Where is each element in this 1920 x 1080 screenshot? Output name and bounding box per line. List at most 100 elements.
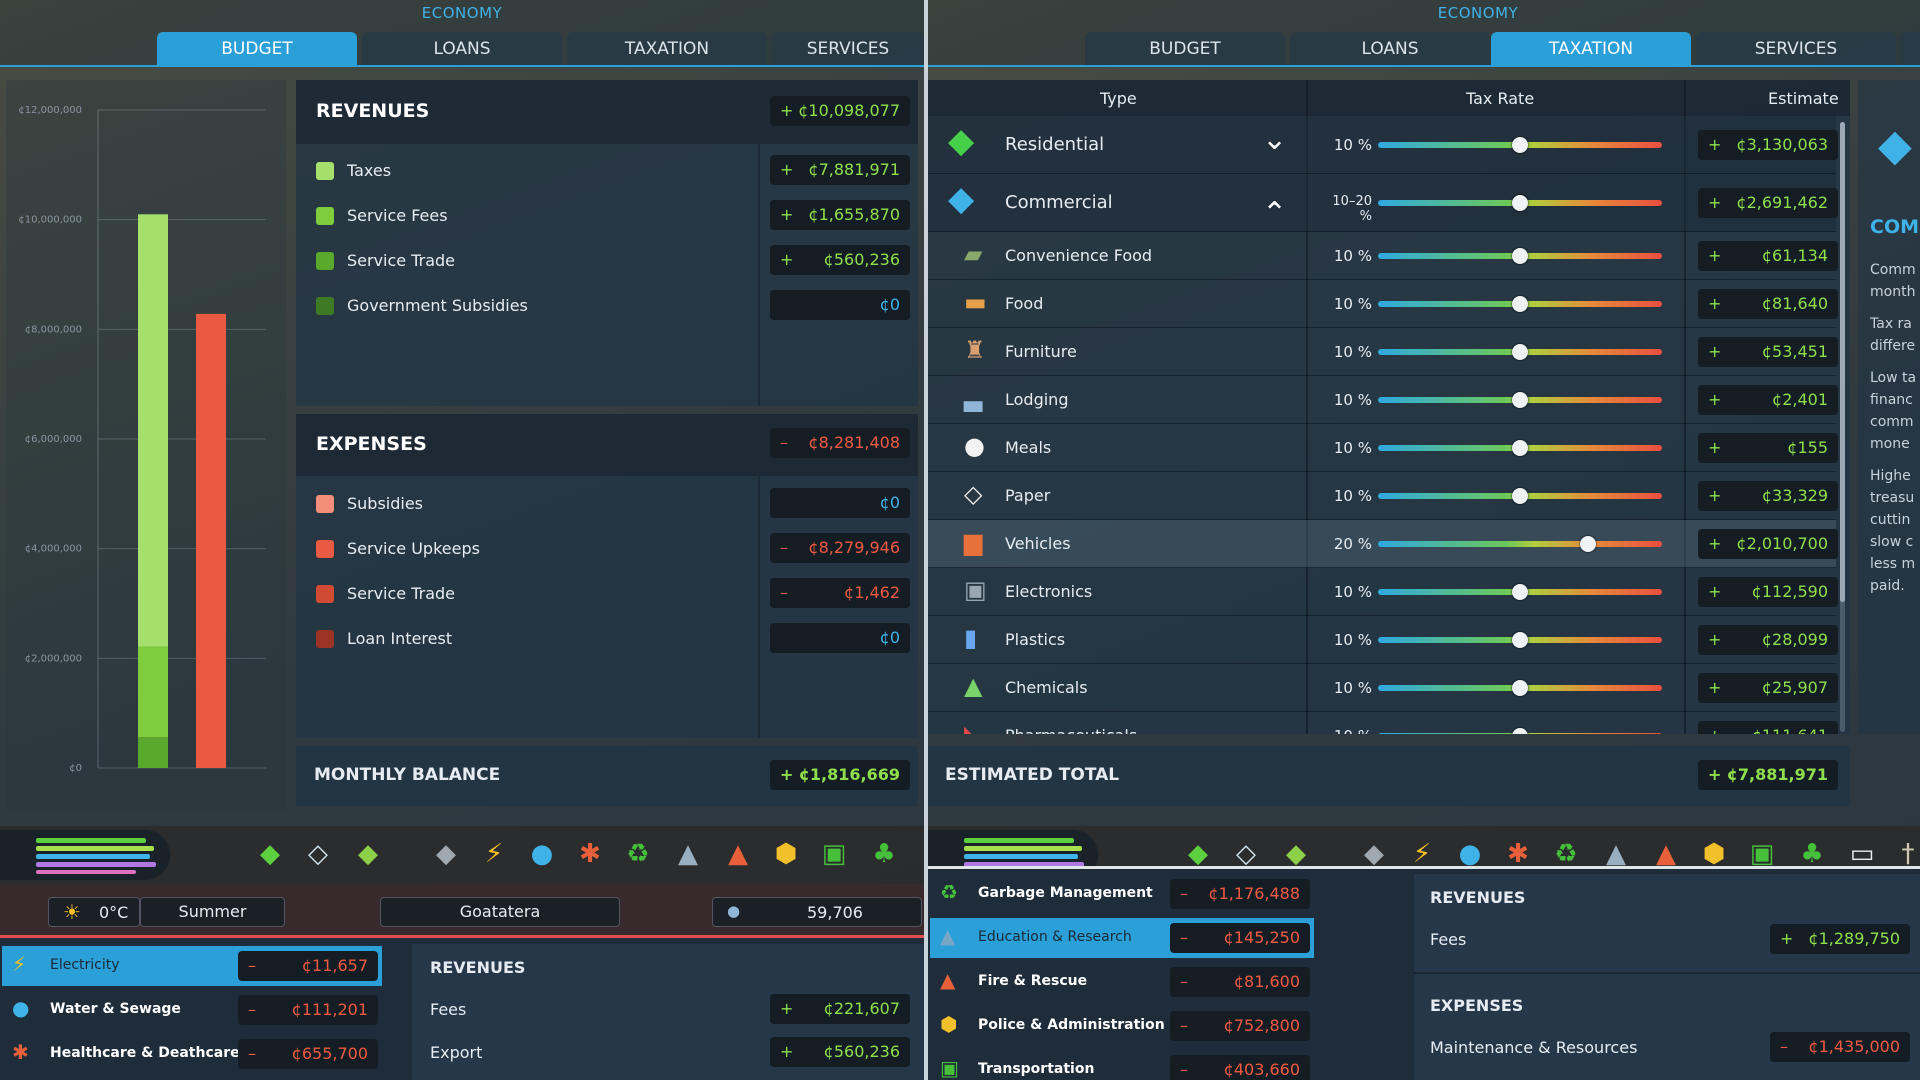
tax-rate-slider-knob[interactable] <box>1512 137 1528 153</box>
tax-row-lodging[interactable]: ▃ Lodging 10 % + ¢2,401 <box>928 376 1838 424</box>
tax-row-convenience-food[interactable]: ▰ Convenience Food 10 % + ¢61,134 <box>928 232 1838 280</box>
tab-loans[interactable]: LOANS <box>362 32 562 66</box>
healthcare-icon: ✱ <box>12 1040 29 1064</box>
tab-loans[interactable]: LOANS <box>1290 32 1490 66</box>
economy-header: ECONOMY <box>421 4 503 22</box>
tax-rate-slider-knob[interactable] <box>1512 344 1528 360</box>
tax-row-food[interactable]: ▬ Food 10 % + ¢81,640 <box>928 280 1838 328</box>
service-item[interactable]: ⚡ Electricity – ¢11,657 <box>2 946 382 986</box>
fire-icon[interactable]: ▲ <box>720 836 756 872</box>
service-item[interactable]: ✱ Healthcare & Deathcare – ¢655,700 <box>2 1034 382 1074</box>
healthcare-icon[interactable]: ✱ <box>572 836 608 872</box>
tax-row-pharmaceuticals[interactable]: ◣ Pharmaceuticals 10 % +¢111,641 <box>928 712 1838 734</box>
budget-item-label: Service Upkeeps <box>347 539 480 558</box>
scrollbar[interactable] <box>1840 122 1845 732</box>
areas-icon[interactable]: ◆ <box>350 836 386 872</box>
tax-rate-slider[interactable] <box>1378 541 1662 547</box>
tax-row-vehicles[interactable]: ▆ Vehicles 20 % + ¢2,010,700 <box>928 520 1838 568</box>
temperature: 0°C <box>99 903 129 922</box>
signature-icon[interactable]: ◆ <box>428 836 464 872</box>
stat-bar <box>964 838 1074 843</box>
service-label: Healthcare & Deathcare <box>50 1045 240 1061</box>
tax-estimate: + ¢33,329 <box>1698 481 1838 511</box>
tax-row-plastics[interactable]: ▮ Plastics 10 % + ¢28,099 <box>928 616 1838 664</box>
city-stats-widget[interactable] <box>0 830 170 880</box>
police-icon[interactable]: ⬢ <box>768 836 804 872</box>
service-item[interactable]: ▲ Fire & Rescue – ¢81,600 <box>930 962 1314 1002</box>
service-item[interactable]: ⬢ Police & Administration – ¢752,800 <box>930 1006 1314 1046</box>
info-sidebar: ◆ COM Comm month Tax ra differe Low ta financ… <box>1858 80 1920 734</box>
tax-rate-slider-knob[interactable] <box>1512 584 1528 600</box>
service-detail-value: + ¢560,236 <box>770 1037 910 1067</box>
service-item[interactable]: ▣ Transportation – ¢403,660 <box>930 1050 1314 1080</box>
meals-icon: ● <box>964 432 985 460</box>
info-text-line: paid. <box>1870 578 1905 594</box>
tax-rate-value: 10 % <box>1333 391 1372 409</box>
tax-type-label: Meals <box>1005 438 1052 457</box>
tax-rate-slider-knob[interactable] <box>1512 488 1528 504</box>
tax-row-paper[interactable]: ◇ Paper 10 % + ¢33,329 <box>928 472 1838 520</box>
water-icon[interactable]: ● <box>524 836 560 872</box>
tax-rate-value: 10 % <box>1333 136 1372 154</box>
col-estimate: Estimate <box>1768 89 1839 108</box>
roads-icon[interactable]: ◇ <box>300 836 336 872</box>
y-tick-label: ¢2,000,000 <box>25 653 82 664</box>
tax-rate-slider-knob[interactable] <box>1512 296 1528 312</box>
budget-item-value: + ¢560,236 <box>770 245 910 275</box>
parks-icon[interactable]: ♣ <box>866 836 902 872</box>
tax-row-electronics[interactable]: ▣ Electronics 10 % + ¢112,590 <box>928 568 1838 616</box>
y-tick-label: ¢12,000,000 <box>18 105 82 116</box>
service-item[interactable]: ♻ Garbage Management – ¢1,176,488 <box>930 874 1314 914</box>
tax-row-chemicals[interactable]: ▲ Chemicals 10 % + ¢25,907 <box>928 664 1838 712</box>
tax-rate-slider-knob[interactable] <box>1512 632 1528 648</box>
tax-rate-slider-knob[interactable] <box>1512 728 1528 734</box>
budget-item-value: – ¢8,279,946 <box>770 533 910 563</box>
y-tick-label: ¢4,000,000 <box>25 544 82 555</box>
monthly-balance-value: + ¢1,816,669 <box>770 760 910 790</box>
info-text-line: comm <box>1870 414 1914 430</box>
garbage-icon[interactable]: ♻ <box>620 836 656 872</box>
tax-row-meals[interactable]: ● Meals 10 % + ¢155 <box>928 424 1838 472</box>
budget-item-label: Service Fees <box>347 206 448 225</box>
tax-row-furniture[interactable]: ♜ Furniture 10 % + ¢53,451 <box>928 328 1838 376</box>
tax-type-label: Chemicals <box>1005 678 1088 697</box>
chevron-up-icon[interactable]: ⌃ <box>1262 196 1287 231</box>
service-label: Police & Administration <box>978 1017 1165 1033</box>
scrollbar-thumb[interactable] <box>1840 122 1845 602</box>
tab-services[interactable]: SERVICES <box>1696 32 1896 66</box>
tax-rate-slider-knob[interactable] <box>1512 440 1528 456</box>
furniture-icon: ♜ <box>964 336 986 364</box>
tab-taxation[interactable]: TAXATION <box>1491 32 1691 66</box>
tax-estimate: + ¢28,099 <box>1698 625 1838 655</box>
tab-taxation[interactable]: TAXATION <box>567 32 767 66</box>
education-icon[interactable]: ▲ <box>670 836 706 872</box>
tax-rate-slider-knob[interactable] <box>1512 195 1528 211</box>
tab-budget[interactable]: BUDGET <box>157 32 357 66</box>
city-name[interactable]: Goatatera <box>380 897 620 927</box>
fire-icon: ▲ <box>940 968 956 992</box>
tax-rate-slider-knob[interactable] <box>1512 680 1528 696</box>
tax-rate-slider-knob[interactable] <box>1512 392 1528 408</box>
chevron-down-icon[interactable]: ⌄ <box>1262 122 1287 157</box>
tax-rate-slider-knob[interactable] <box>1512 248 1528 264</box>
tax-row-residential[interactable]: ◆ Residential ⌄ 10 % + ¢3,130,063 <box>928 116 1838 174</box>
tab-services[interactable]: SERVICES <box>772 32 924 66</box>
service-item[interactable]: ▲ Education & Research – ¢145,250 <box>930 918 1314 958</box>
legend-swatch <box>316 630 334 648</box>
info-text-line: less m <box>1870 556 1916 572</box>
tab-budget[interactable]: BUDGET <box>1085 32 1285 66</box>
plastics-icon: ▮ <box>964 624 978 652</box>
electricity-icon[interactable]: ⚡ <box>476 836 512 872</box>
service-item[interactable]: ● Water & Sewage – ¢111,201 <box>2 990 382 1030</box>
zoning-icon[interactable]: ◆ <box>252 836 288 872</box>
legend-swatch <box>316 207 334 225</box>
transportation-icon[interactable]: ▣ <box>816 836 852 872</box>
stat-bar <box>36 870 136 874</box>
tax-rate-slider-knob[interactable] <box>1580 536 1597 552</box>
service-detail-label: Export <box>430 1043 483 1062</box>
budget-item-value: ¢0 <box>770 488 910 518</box>
info-text-line: differe <box>1870 338 1916 354</box>
tax-row-commercial[interactable]: ◆ Commercial ⌃ 10–20 % + ¢2,691,462 <box>928 174 1838 232</box>
tax-estimate: + ¢61,134 <box>1698 241 1838 271</box>
service-cost: – ¢403,660 <box>1170 1055 1310 1080</box>
